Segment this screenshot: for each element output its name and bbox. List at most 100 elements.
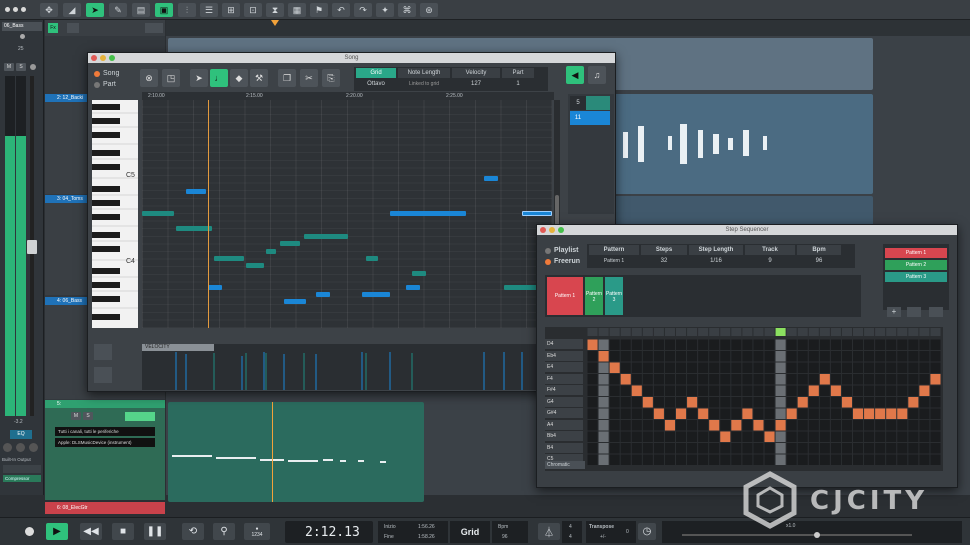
step-on[interactable] xyxy=(786,408,797,420)
step-cell[interactable] xyxy=(598,397,609,408)
step-cell[interactable] xyxy=(797,408,808,420)
step-cell[interactable] xyxy=(653,397,664,408)
step-cell[interactable] xyxy=(775,408,786,420)
step-cell[interactable] xyxy=(698,374,709,385)
step-cell[interactable] xyxy=(841,443,852,454)
step-cell[interactable] xyxy=(786,374,797,385)
step-cell[interactable] xyxy=(786,454,797,466)
step-cell[interactable] xyxy=(864,362,875,374)
step-cell[interactable] xyxy=(930,385,941,397)
step-cell[interactable] xyxy=(753,362,764,374)
step-cell[interactable] xyxy=(742,374,753,385)
piano-keyboard[interactable]: C5 C4 xyxy=(92,100,138,328)
step-cell[interactable] xyxy=(587,408,598,420)
step-cell[interactable] xyxy=(808,420,819,431)
step-cell[interactable] xyxy=(587,443,598,454)
step-header-cell[interactable] xyxy=(786,328,797,336)
step-header-cell[interactable] xyxy=(853,328,864,336)
step-cell[interactable] xyxy=(930,443,941,454)
step-cell[interactable] xyxy=(797,443,808,454)
note-length-select[interactable]: Linked to grid xyxy=(398,79,450,89)
step-on[interactable] xyxy=(819,374,830,385)
step-on[interactable] xyxy=(830,385,841,397)
step-cell[interactable] xyxy=(631,420,642,431)
step-cell[interactable] xyxy=(797,454,808,466)
grid-snap-icon[interactable]: ⊞ xyxy=(222,3,240,17)
step-header-cell[interactable] xyxy=(753,328,764,336)
step-cell[interactable] xyxy=(930,397,941,408)
mode-song-option[interactable]: Song xyxy=(94,68,144,79)
step-cell[interactable] xyxy=(676,339,687,351)
step-cell[interactable] xyxy=(709,408,720,420)
grid-toggle[interactable]: Grid xyxy=(450,521,490,543)
step-cell[interactable] xyxy=(764,351,775,362)
step-cell[interactable] xyxy=(908,408,919,420)
time-display[interactable]: 2:12.13 xyxy=(285,521,373,543)
step-header-cell[interactable] xyxy=(653,328,664,336)
playlist-slot-2[interactable]: Pattern 2 xyxy=(585,277,603,315)
step-cell[interactable] xyxy=(631,362,642,374)
step-cell[interactable] xyxy=(930,431,941,443)
add-pattern-button[interactable]: + xyxy=(887,307,901,317)
step-cell[interactable] xyxy=(676,362,687,374)
step-cell[interactable] xyxy=(775,454,786,466)
step-cell[interactable] xyxy=(841,362,852,374)
step-cell[interactable] xyxy=(864,443,875,454)
song-minimize-dot[interactable] xyxy=(100,55,106,61)
step-on[interactable] xyxy=(631,385,642,397)
step-cell[interactable] xyxy=(742,420,753,431)
step-cell[interactable] xyxy=(720,385,731,397)
velocity-draw-icon[interactable] xyxy=(94,344,112,360)
step-cell[interactable] xyxy=(698,420,709,431)
step-cell[interactable] xyxy=(919,443,930,454)
step-on[interactable] xyxy=(620,374,631,385)
timeline-ruler[interactable] xyxy=(166,20,970,36)
copy-icon[interactable]: ❐ xyxy=(278,69,296,87)
volume-fader-handle[interactable] xyxy=(27,240,37,254)
step-header-cell[interactable] xyxy=(631,328,642,336)
step-cell[interactable] xyxy=(720,339,731,351)
velocity-field[interactable]: 127 xyxy=(452,79,500,89)
step-cell[interactable] xyxy=(897,362,908,374)
step-cell[interactable] xyxy=(731,362,742,374)
step-cell[interactable] xyxy=(819,443,830,454)
midi-note[interactable] xyxy=(142,211,174,216)
step-cell[interactable] xyxy=(886,454,897,466)
step-cell[interactable] xyxy=(653,374,664,385)
step-cell[interactable] xyxy=(620,454,631,466)
step-cell[interactable] xyxy=(775,374,786,385)
step-header-cell[interactable] xyxy=(609,328,620,336)
step-on[interactable] xyxy=(764,431,775,443)
step-on[interactable] xyxy=(642,397,653,408)
step-cell[interactable] xyxy=(742,397,753,408)
step-cell[interactable] xyxy=(919,408,930,420)
step-cell[interactable] xyxy=(720,397,731,408)
step-header-cell[interactable] xyxy=(797,328,808,336)
step-cell[interactable] xyxy=(742,454,753,466)
step-cell[interactable] xyxy=(731,454,742,466)
step-cell[interactable] xyxy=(897,351,908,362)
midi-note[interactable] xyxy=(246,263,264,268)
step-cell[interactable] xyxy=(676,374,687,385)
step-cell[interactable] xyxy=(819,408,830,420)
track-5-solo[interactable]: S xyxy=(83,412,93,420)
step-header-cell[interactable] xyxy=(720,328,731,336)
tempo-icon[interactable]: ⊛ xyxy=(420,3,438,17)
piano-roll-ruler[interactable]: 2:10.00 2:15.00 2:20.00 2:25.00 xyxy=(142,92,554,100)
pointer-icon[interactable]: ➤ xyxy=(190,69,208,87)
step-cell[interactable] xyxy=(864,397,875,408)
bpm-display[interactable]: Bpm 96 xyxy=(492,521,528,543)
step-cell[interactable] xyxy=(830,454,841,466)
step-cell[interactable] xyxy=(631,374,642,385)
step-cell[interactable] xyxy=(775,351,786,362)
part-field[interactable]: 1 xyxy=(502,79,534,89)
playhead-marker[interactable] xyxy=(271,20,279,26)
step-cell[interactable] xyxy=(864,374,875,385)
redo-icon[interactable]: ↷ xyxy=(354,3,372,17)
step-cell[interactable] xyxy=(830,397,841,408)
step-cell[interactable] xyxy=(819,362,830,374)
step-header-cell[interactable] xyxy=(664,328,675,336)
midi-note[interactable] xyxy=(366,256,378,261)
step-cell[interactable] xyxy=(864,339,875,351)
step-cell[interactable] xyxy=(930,420,941,431)
